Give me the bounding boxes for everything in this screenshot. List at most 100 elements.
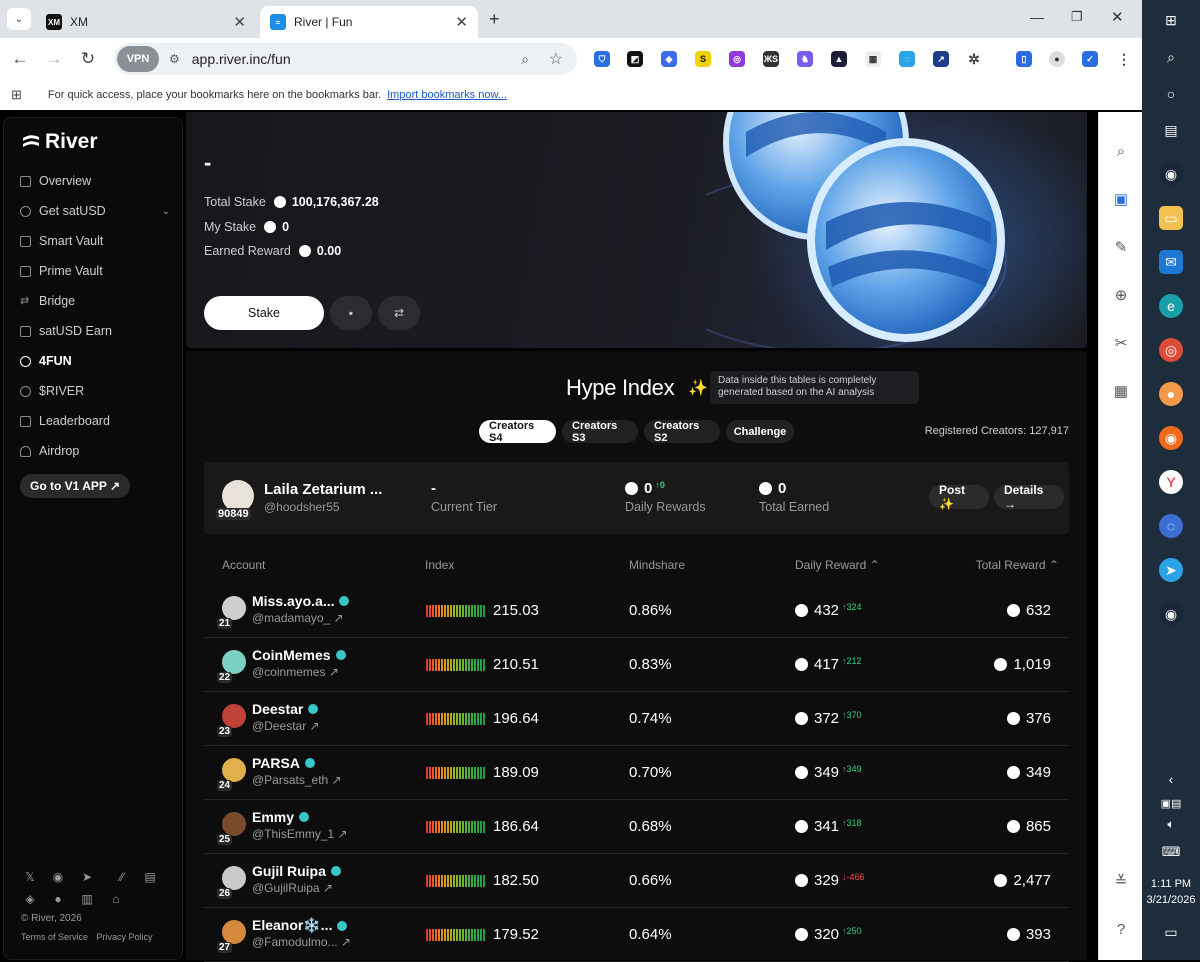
- tab-challenge[interactable]: Challenge: [726, 420, 794, 443]
- close-icon[interactable]: ✕: [455, 13, 468, 31]
- shield-extension-icon[interactable]: ⛉: [594, 51, 610, 67]
- tab-creators-s3[interactable]: Creators S3: [562, 420, 638, 444]
- sidebar-item-smart-vault[interactable]: Smart Vault: [20, 234, 170, 248]
- tab-creators-s2[interactable]: Creators S2: [644, 420, 720, 444]
- wallet-button[interactable]: ▪: [330, 296, 372, 330]
- bank-icon[interactable]: ⌂: [109, 892, 123, 906]
- bookmark-star-icon[interactable]: ☆: [549, 49, 563, 69]
- edge-icon[interactable]: e: [1159, 294, 1183, 318]
- discord-icon[interactable]: ◉: [51, 870, 65, 884]
- volume-icon[interactable]: 🔈︎: [1159, 812, 1183, 836]
- calculator-icon[interactable]: ▦: [1111, 381, 1131, 401]
- creator-name[interactable]: Gujil Ruipa: [252, 863, 341, 879]
- url-text[interactable]: app.river.inc/fun: [192, 51, 291, 67]
- creator-name[interactable]: Emmy: [252, 809, 310, 825]
- back-button[interactable]: ←: [8, 47, 32, 71]
- sidebar-item-4fun[interactable]: 4FUN: [20, 354, 170, 368]
- terms-link[interactable]: Terms of Service: [21, 932, 88, 942]
- tab-river[interactable]: ≈ River | Fun ✕: [260, 6, 478, 38]
- stake-button[interactable]: Stake: [204, 296, 324, 330]
- file-explorer-icon[interactable]: ▭: [1159, 206, 1183, 230]
- mirror-icon[interactable]: ⁄⁄: [115, 870, 129, 884]
- import-bookmarks-link[interactable]: Import bookmarks now...: [387, 89, 507, 101]
- mail-icon[interactable]: ✉: [1159, 250, 1183, 274]
- sidebar-item-river-token[interactable]: $RIVER: [20, 384, 170, 398]
- reload-button[interactable]: ↻: [76, 47, 100, 71]
- creator-handle[interactable]: @Famodulmo... ↗: [252, 935, 351, 949]
- tab-xm[interactable]: XM XM ✕: [36, 6, 256, 38]
- table-row[interactable]: 22 CoinMemes @coinmemes ↗ 210.51 0.83% 417 ↑21…: [204, 638, 1069, 692]
- extensions-puzzle-icon[interactable]: ✲: [966, 51, 982, 67]
- close-icon[interactable]: ✕: [233, 13, 246, 31]
- docs-icon[interactable]: ▤: [143, 870, 157, 884]
- telegram-icon[interactable]: ➤: [1159, 558, 1183, 582]
- swap-button[interactable]: ⇄: [378, 296, 420, 330]
- extension-icon[interactable]: ЖS: [763, 51, 779, 67]
- sidebar-item-prime-vault[interactable]: Prime Vault: [20, 264, 170, 278]
- creator-handle[interactable]: @ThisEmmy_1 ↗: [252, 827, 348, 841]
- extension-icon[interactable]: ♞: [797, 51, 813, 67]
- privacy-link[interactable]: Privacy Policy: [97, 932, 153, 942]
- minimize-button[interactable]: —: [1030, 9, 1044, 25]
- sidebar-item-airdrop[interactable]: Airdrop: [20, 444, 170, 458]
- task-view-icon[interactable]: ▤: [1159, 118, 1183, 142]
- search-icon[interactable]: ⌕: [1159, 45, 1183, 69]
- menu-dots-icon[interactable]: ⋮: [1116, 51, 1132, 67]
- sidebar-item-leaderboard[interactable]: Leaderboard: [20, 414, 170, 428]
- extension-icon[interactable]: ◩: [627, 51, 643, 67]
- notifications-icon[interactable]: ▭: [1159, 920, 1183, 944]
- table-row[interactable]: 25 Emmy @ThisEmmy_1 ↗ 186.64 0.68% 341 ↑318 865: [204, 800, 1069, 854]
- github-icon[interactable]: ●: [51, 892, 65, 906]
- table-row[interactable]: 26 Gujil Ruipa @GujilRuipa ↗ 182.50 0.66% 329…: [204, 854, 1069, 908]
- extension-icon[interactable]: ◆: [661, 51, 677, 67]
- zoom-search-icon[interactable]: ⌕: [521, 51, 529, 68]
- table-row[interactable]: 21 Miss.ayo.a... @madamayo_ ↗ 215.03 0.86% 43…: [204, 584, 1069, 638]
- omnibox[interactable]: VPN ⚙ app.river.inc/fun ⌕ ☆: [114, 43, 577, 75]
- table-row[interactable]: 24 PARSA @Parsats_eth ↗ 189.09 0.70% 349 ↑349 3…: [204, 746, 1069, 800]
- creator-name[interactable]: Eleanor❄️...: [252, 917, 348, 934]
- vpn-badge[interactable]: VPN: [117, 46, 159, 72]
- extension-icon[interactable]: ◌: [899, 51, 915, 67]
- creator-name[interactable]: Miss.ayo.a...: [252, 593, 350, 609]
- tools-icon[interactable]: ✂: [1111, 333, 1131, 353]
- forward-button[interactable]: →: [42, 47, 66, 71]
- side-panel-icon[interactable]: ▯: [1016, 51, 1032, 67]
- creator-handle[interactable]: @madamayo_ ↗: [252, 611, 344, 625]
- table-row[interactable]: 23 Deestar @Deestar ↗ 196.64 0.74% 372 ↑370 376: [204, 692, 1069, 746]
- vpn-shield-icon[interactable]: ✓: [1082, 51, 1098, 67]
- creator-handle[interactable]: @Parsats_eth ↗: [252, 773, 342, 787]
- extension-icon[interactable]: ▦: [865, 51, 881, 67]
- creator-handle[interactable]: @coinmemes ↗: [252, 665, 339, 679]
- scroll-icon[interactable]: ▥: [80, 892, 94, 906]
- extension-icon[interactable]: ↗: [933, 51, 949, 67]
- steam-icon[interactable]: ◉: [1159, 162, 1183, 186]
- x-twitter-icon[interactable]: 𝕏: [23, 870, 37, 884]
- browser-icon[interactable]: ◌: [1159, 514, 1183, 538]
- details-button[interactable]: Details →: [994, 483, 1064, 511]
- chevron-left-icon[interactable]: ‹: [1159, 767, 1183, 791]
- chrome-icon[interactable]: ◎: [1159, 338, 1183, 362]
- creator-name[interactable]: CoinMemes: [252, 647, 346, 663]
- extension-icon[interactable]: ◎: [729, 51, 745, 67]
- tab-creators-s4[interactable]: Creators S4: [479, 420, 556, 444]
- col-daily-reward[interactable]: Daily Reward ⌃: [795, 558, 880, 572]
- creator-handle[interactable]: @Deestar ↗: [252, 719, 320, 733]
- site-info-icon[interactable]: ⚙: [169, 52, 180, 66]
- yandex-icon[interactable]: Y: [1159, 470, 1183, 494]
- creator-handle[interactable]: @GujilRuipa ↗: [252, 881, 333, 895]
- table-row[interactable]: 27 Eleanor❄️... @Famodulmo... ↗ 179.52 0.64%…: [204, 908, 1069, 962]
- gamepad-icon[interactable]: ⊕: [1111, 285, 1131, 305]
- copilot-chat-icon[interactable]: ▣: [1111, 189, 1131, 209]
- tab-list-button[interactable]: ⌄: [7, 8, 31, 30]
- new-tab-button[interactable]: +: [489, 9, 500, 30]
- col-total-reward[interactable]: Total Reward ⌃: [976, 558, 1059, 572]
- search-icon[interactable]: ⌕: [1111, 141, 1131, 161]
- customize-icon[interactable]: ≚: [1111, 871, 1131, 891]
- origin-icon[interactable]: ◉: [1159, 426, 1183, 450]
- cortana-icon[interactable]: ○: [1159, 82, 1183, 106]
- river-logo[interactable]: River: [21, 130, 98, 154]
- profile-avatar-icon[interactable]: ●: [1049, 51, 1065, 67]
- sidebar-item-get-satusd[interactable]: Get satUSD ⌄: [20, 204, 170, 218]
- steam-icon[interactable]: ◉: [1159, 602, 1183, 626]
- extension-icon[interactable]: ▲: [831, 51, 847, 67]
